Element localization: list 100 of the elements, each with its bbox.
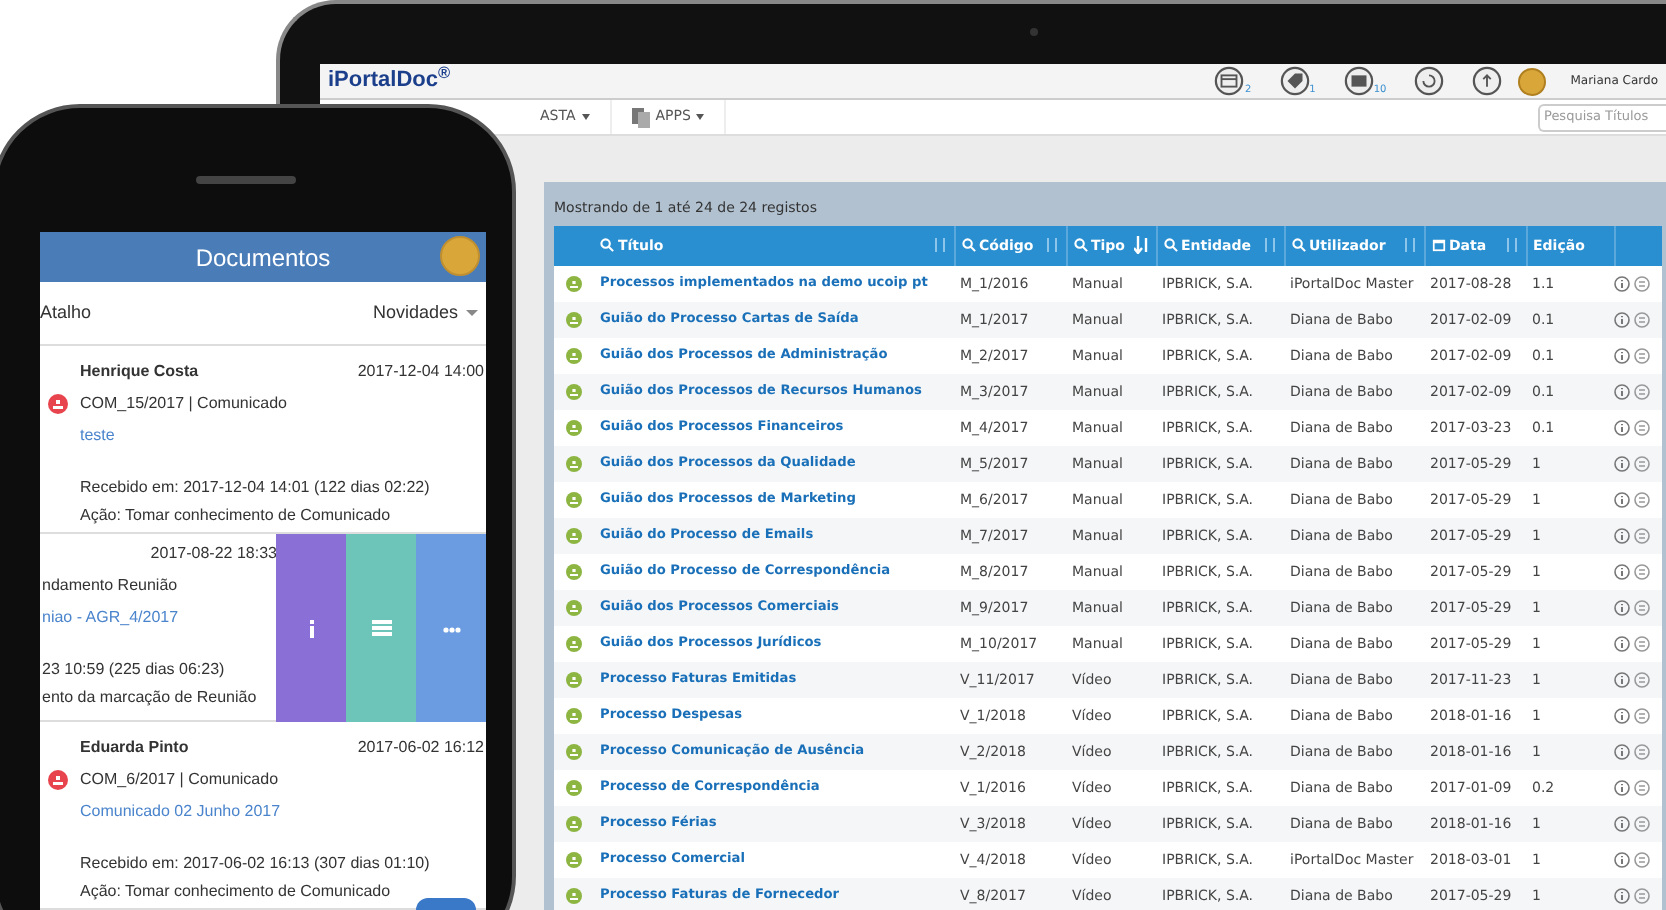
user-avatar[interactable] [440,236,480,276]
message-date: 2017-06-02 16:12 [357,736,484,760]
process-icon [566,492,582,508]
list-icon[interactable] [1634,600,1650,616]
sort-icon[interactable] [1503,236,1519,254]
info-icon[interactable] [1614,744,1630,760]
info-icon[interactable] [1614,672,1630,688]
sort-icon[interactable] [1401,236,1417,254]
document-reference: COM_6/2017 | Comunicado [80,768,279,792]
process-icon [566,564,582,580]
info-icon[interactable] [1614,780,1630,796]
received-info: 23 10:59 (225 dias 06:23) [42,658,225,682]
mail-icon[interactable] [1343,66,1374,96]
list-icon[interactable] [1634,312,1650,328]
info-icon[interactable] [1614,420,1630,436]
sort-icon[interactable] [1043,236,1059,254]
people-icon [48,770,68,790]
list-icon[interactable] [1634,564,1650,580]
calendar-icon[interactable] [1214,66,1245,96]
document-reference: ndamento Reunião [42,574,178,598]
info-icon[interactable] [1614,600,1630,616]
info-icon[interactable] [1614,384,1630,400]
info-icon[interactable] [1614,636,1630,652]
phone-speaker [196,176,296,184]
info-icon[interactable] [1614,816,1630,832]
info-icon[interactable] [1614,528,1630,544]
process-icon [566,636,582,652]
info-icon[interactable] [1614,348,1630,364]
header-cell [554,226,594,266]
info-icon[interactable] [1614,312,1630,328]
info-icon[interactable] [1614,456,1630,472]
list-icon [371,619,392,637]
process-icon [566,888,582,904]
user-avatar[interactable] [1518,67,1547,95]
shortcut-label[interactable]: Atalho [40,299,92,327]
subject-link[interactable]: teste [80,420,115,452]
action-info: ento da marcação de Reunião [42,686,257,710]
action-info: Ação: Tomar conhecimento de Comunicado [80,880,391,904]
caret-icon [696,114,705,120]
history-icon[interactable] [1414,66,1445,96]
list-icon[interactable] [1634,744,1650,760]
subject-link[interactable]: niao - AGR_4/2017 [42,602,179,634]
caret-icon [581,114,590,120]
info-icon[interactable] [1614,888,1630,904]
app-logo: iPortalDoc$^{®}$ [328,64,451,97]
list-icon[interactable] [1634,528,1650,544]
search-icon [1073,238,1087,253]
search-icon [961,238,975,253]
process-icon [566,744,582,760]
news-dropdown[interactable]: Novidades [372,299,478,327]
people-icon [48,394,68,414]
list-icon[interactable] [1634,816,1650,832]
floating-button[interactable] [416,898,476,910]
list-icon[interactable] [1634,636,1650,652]
sort-icon[interactable] [931,236,947,254]
search-icon [1163,238,1177,253]
sender-name: Eduarda Pinto [80,736,189,760]
info-icon[interactable] [1614,852,1630,868]
list-icon[interactable] [1634,672,1650,688]
process-icon [566,312,582,328]
process-icon [566,348,582,364]
list-icon[interactable] [1634,456,1650,472]
action-info: Ação: Tomar conhecimento de Comunicado [80,504,391,528]
camera-icon [1030,28,1038,36]
process-icon [566,528,582,544]
info-icon[interactable] [1614,492,1630,508]
list-icon[interactable] [1634,420,1650,436]
process-icon [566,276,582,292]
received-info: Recebido em: 2017-12-04 14:01 (122 dias 02:22) [80,476,430,500]
list-icon[interactable] [1634,276,1650,292]
process-icon [566,600,582,616]
list-icon[interactable] [1634,348,1650,364]
process-icon [566,384,582,400]
tag-icon[interactable] [1279,66,1310,96]
process-icon [566,708,582,724]
info-icon[interactable] [1614,276,1630,292]
list-icon[interactable] [1634,888,1650,904]
process-icon [566,816,582,832]
caret-icon [466,310,478,316]
subject-link[interactable]: Comunicado 02 Junho 2017 [80,796,281,828]
search-icon [1291,238,1305,253]
process-icon [566,420,582,436]
upload-icon[interactable] [1472,66,1503,96]
process-icon [566,672,582,688]
list-icon[interactable] [1634,780,1650,796]
list-icon[interactable] [1634,852,1650,868]
received-info: Recebido em: 2017-06-02 16:13 (307 dias 01:10) [80,852,430,876]
list-icon[interactable] [1634,708,1650,724]
info-icon[interactable] [1614,708,1630,724]
search-icon [600,238,614,253]
sender-name: Henrique Costa [80,360,199,384]
calendar-icon [1431,238,1445,253]
list-icon[interactable] [1634,384,1650,400]
process-icon [566,456,582,472]
message-date: 2017-12-04 14:00 [357,360,484,384]
list-icon[interactable] [1634,492,1650,508]
sort-descending-icon[interactable] [1133,236,1149,254]
process-icon [566,780,582,796]
info-icon[interactable] [1614,564,1630,580]
sort-icon[interactable] [1261,236,1277,254]
